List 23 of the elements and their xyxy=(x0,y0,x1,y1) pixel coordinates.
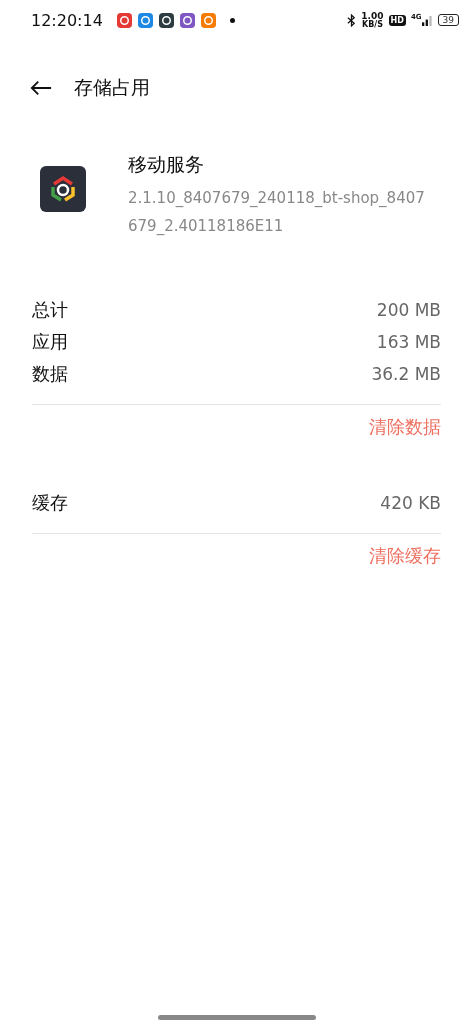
storage-label: 应用 xyxy=(32,330,68,354)
app-name: 移动服务 xyxy=(128,152,205,177)
speed-unit: KB/S xyxy=(361,20,383,29)
hd-badge: HD xyxy=(388,14,406,26)
storage-value: 163 MB xyxy=(376,332,441,352)
app-icon xyxy=(40,166,86,212)
signal-icon xyxy=(421,14,433,26)
more-notifications-icon xyxy=(229,17,235,23)
page-title: 存储占用 xyxy=(74,75,150,100)
status-time: 12:20:14 xyxy=(31,10,103,30)
storage-label: 数据 xyxy=(32,362,68,386)
speed-value: 1.00 xyxy=(361,11,384,21)
bluetooth-icon xyxy=(347,13,357,27)
clear-cache-button[interactable]: 清除缓存 xyxy=(369,542,441,570)
cache-value: 420 KB xyxy=(380,493,441,513)
cache-label: 缓存 xyxy=(32,491,68,515)
back-arrow-icon[interactable] xyxy=(30,80,52,96)
clear-data-button[interactable]: 清除数据 xyxy=(369,413,441,441)
app-version: 2.1.10_8407679_240118_bt-shop_8407679_2.40118186E11 xyxy=(128,188,426,237)
storage-value: 36.2 MB xyxy=(371,364,441,384)
storage-label: 总计 xyxy=(32,298,68,322)
battery-indicator: 39 xyxy=(437,14,459,26)
storage-value: 200 MB xyxy=(376,300,441,320)
